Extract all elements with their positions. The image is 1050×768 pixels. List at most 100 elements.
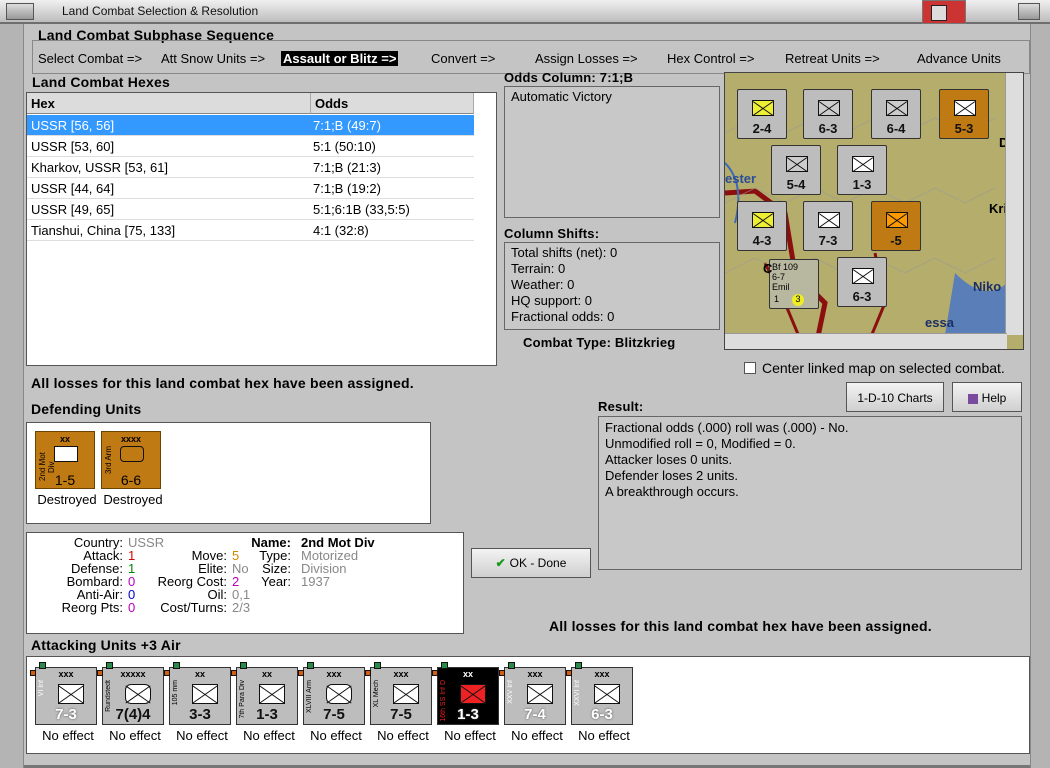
unit-size: xxxx bbox=[120, 434, 142, 444]
shift-weather: Weather: 0 bbox=[511, 277, 575, 292]
map-counter[interactable]: 4-3 bbox=[737, 201, 787, 251]
step-assign-losses[interactable]: Assign Losses => bbox=[535, 51, 638, 66]
center-map-checkbox[interactable] bbox=[744, 362, 756, 374]
map-label: essa bbox=[925, 315, 954, 330]
unit-label: XXV Inf bbox=[507, 680, 514, 704]
unit-size: xx bbox=[59, 434, 70, 444]
result-heading: Result: bbox=[598, 399, 644, 414]
table-row[interactable]: Kharkov, USSR [53, 61] 7:1;B (21:3) bbox=[27, 157, 474, 178]
odds-cell: 5:1 (50:10) bbox=[313, 139, 376, 154]
help-button[interactable]: Help bbox=[952, 382, 1022, 412]
defending-heading: Defending Units bbox=[31, 401, 142, 417]
unit-size: xxx bbox=[527, 669, 543, 679]
unit-label: VI Inf bbox=[38, 680, 45, 697]
status-pip-icon bbox=[575, 662, 582, 669]
air-unit-counter[interactable]: Bf 109 6-7 Emil 1 3 bbox=[769, 259, 819, 309]
linked-map[interactable]: 2-4 6-3 6-4 5-3 5-4 1-3 4-3 7-3 -5 6-3 B… bbox=[724, 72, 1024, 350]
map-vertical-scrollbar[interactable] bbox=[1005, 73, 1023, 335]
armor-symbol-icon bbox=[326, 684, 352, 704]
table-row[interactable]: USSR [53, 60] 5:1 (50:10) bbox=[27, 136, 474, 157]
hex-cell: USSR [53, 60] bbox=[31, 139, 115, 154]
unit-effect: No effect bbox=[243, 728, 295, 743]
step-retreat-units[interactable]: Retreat Units => bbox=[785, 51, 880, 66]
defending-unit[interactable]: xx 2nd Mot Div 1-5 Destroyed bbox=[35, 431, 97, 507]
attacking-unit[interactable]: xx 16th SS Inf D 1-3 No effect bbox=[432, 662, 499, 743]
unit-symbol-icon bbox=[818, 100, 840, 116]
table-row[interactable]: USSR [44, 64] 7:1;B (19:2) bbox=[27, 178, 474, 199]
odds-result-box: Automatic Victory bbox=[504, 86, 720, 218]
defending-unit[interactable]: xxxx 3rd Arm 6-6 Destroyed bbox=[101, 431, 163, 507]
unit-effect: No effect bbox=[109, 728, 161, 743]
map-counter[interactable]: 6-4 bbox=[871, 89, 921, 139]
ok-done-button[interactable]: ✔ OK - Done bbox=[471, 548, 591, 578]
map-counter[interactable]: 7-3 bbox=[803, 201, 853, 251]
subphase-steps: Select Combat => Att Snow Units => Assau… bbox=[32, 40, 1030, 74]
losses-assigned-message-2: All losses for this land combat hex have… bbox=[549, 618, 932, 634]
unit-value: 7-5 bbox=[390, 706, 412, 723]
odds-heading: Odds Column: 7:1;B bbox=[504, 70, 634, 85]
attacking-unit[interactable]: xxx XLVIII Arm 7-5 No effect bbox=[298, 662, 365, 743]
column-header-odds[interactable]: Odds bbox=[311, 93, 474, 114]
system-menu-button[interactable] bbox=[6, 3, 34, 20]
unit-size: xxx bbox=[393, 669, 409, 679]
charts-button[interactable]: 1-D-10 Charts bbox=[846, 382, 944, 412]
unit-symbol-icon bbox=[752, 100, 774, 116]
map-counter[interactable]: 5-3 bbox=[939, 89, 989, 139]
unit-info-panel: Country: USSR Attack: 1 Defense: 1 Bomba… bbox=[26, 532, 464, 634]
map-counter[interactable]: 6-3 bbox=[803, 89, 853, 139]
unit-value: 7-3 bbox=[55, 706, 77, 723]
left-border bbox=[0, 24, 24, 768]
attacking-heading: Attacking Units +3 Air bbox=[31, 637, 181, 653]
result-line: Unmodified roll = 0, Modified = 0. bbox=[605, 436, 796, 451]
attacking-unit[interactable]: xxx XL Mech 7-5 No effect bbox=[365, 662, 432, 743]
odds-cell: 7:1;B (19:2) bbox=[313, 181, 381, 196]
map-counter[interactable]: 2-4 bbox=[737, 89, 787, 139]
attacking-unit[interactable]: xxxxx Rundstedt 7(4)4 No effect bbox=[97, 662, 164, 743]
unit-effect: No effect bbox=[310, 728, 362, 743]
result-line: A breakthrough occurs. bbox=[605, 484, 739, 499]
unit-symbol-icon bbox=[852, 268, 874, 284]
unit-effect: No effect bbox=[176, 728, 228, 743]
status-pip-icon bbox=[39, 662, 46, 669]
map-counter[interactable]: -5 bbox=[871, 201, 921, 251]
unit-label: XL Mech bbox=[373, 680, 380, 708]
attacking-unit[interactable]: xxx VI Inf 7-3 No effect bbox=[30, 662, 97, 743]
attacking-unit[interactable]: xxx XXVI Inf 6-3 No effect bbox=[566, 662, 633, 743]
right-border bbox=[1030, 24, 1050, 768]
table-row[interactable]: Tianshui, China [75, 133] 4:1 (32:8) bbox=[27, 220, 474, 241]
unit-symbol-icon bbox=[786, 156, 808, 172]
column-header-hex[interactable]: Hex bbox=[27, 93, 311, 114]
attacking-unit[interactable]: xx 105 mm 3-3 No effect bbox=[164, 662, 231, 743]
table-row[interactable]: USSR [56, 56] 7:1;B (49:7) bbox=[27, 115, 474, 136]
unit-label: XXVI Inf bbox=[574, 680, 581, 706]
result-line: Fractional odds (.000) roll was (.000) -… bbox=[605, 420, 849, 435]
unit-size: xx bbox=[462, 669, 473, 679]
map-counter[interactable]: 1-3 bbox=[837, 145, 887, 195]
step-hex-control[interactable]: Hex Control => bbox=[667, 51, 754, 66]
hex-cell: USSR [44, 64] bbox=[31, 181, 115, 196]
costturns-value: 2/3 bbox=[232, 600, 251, 615]
hexes-table: Hex Odds USSR [56, 56] 7:1;B (49:7) USSR … bbox=[26, 92, 497, 366]
attacking-unit[interactable]: xx 7th Para Div 1-3 No effect bbox=[231, 662, 298, 743]
unit-value: 1-5 bbox=[54, 472, 76, 488]
step-advance-units[interactable]: Advance Units bbox=[917, 51, 1001, 66]
unit-effect: No effect bbox=[578, 728, 630, 743]
step-select-combat[interactable]: Select Combat => bbox=[38, 51, 142, 66]
odds-cell: 5:1;6:1B (33,5:5) bbox=[313, 202, 410, 217]
map-counter[interactable]: 5-4 bbox=[771, 145, 821, 195]
step-att-snow-units[interactable]: Att Snow Units => bbox=[161, 51, 265, 66]
map-counter[interactable]: 6-3 bbox=[837, 257, 887, 307]
shift-hq: HQ support: 0 bbox=[511, 293, 592, 308]
status-pip-icon bbox=[307, 662, 314, 669]
map-horizontal-scrollbar[interactable] bbox=[725, 333, 1007, 349]
result-line: Defender loses 2 units. bbox=[605, 468, 738, 483]
air-unit-factor: 6-7 bbox=[772, 272, 786, 282]
unit-label: 105 mm bbox=[172, 680, 179, 706]
attacking-unit[interactable]: xxx XXV Inf 7-4 No effect bbox=[499, 662, 566, 743]
table-row[interactable]: USSR [49, 65] 5:1;6:1B (33,5:5) bbox=[27, 199, 474, 220]
infantry-symbol-icon bbox=[460, 684, 486, 704]
window-title: Land Combat Selection & Resolution bbox=[62, 4, 259, 18]
step-assault-or-blitz[interactable]: Assault or Blitz => bbox=[281, 51, 399, 66]
step-convert[interactable]: Convert => bbox=[431, 51, 495, 66]
close-button[interactable] bbox=[1018, 3, 1040, 20]
